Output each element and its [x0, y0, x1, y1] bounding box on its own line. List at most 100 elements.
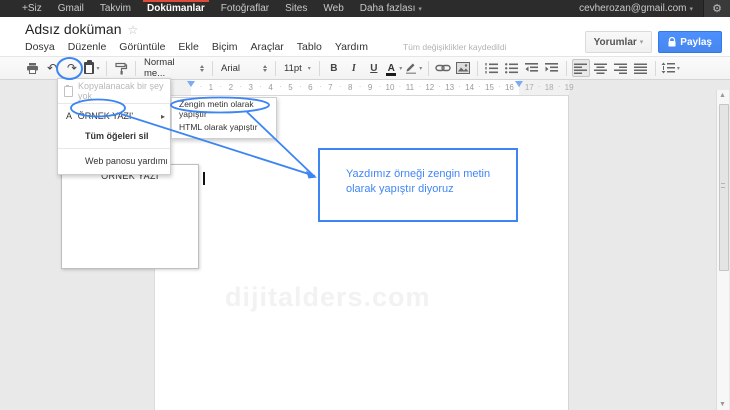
nav-plus-you[interactable]: +Siz: [14, 0, 50, 17]
text-color-icon: A: [385, 63, 397, 74]
ruler-tick: ·: [498, 82, 501, 91]
paragraph-style-select[interactable]: Normal me...: [140, 59, 208, 77]
chevron-down-icon: ▾: [418, 5, 422, 13]
annotation-note-box: Yazdımız örneği zengin metin olarak yapı…: [318, 148, 518, 222]
scrollbar-thumb[interactable]: [719, 104, 729, 271]
align-right-button[interactable]: [612, 59, 630, 77]
copied-item-type-letter: A: [66, 111, 72, 121]
redo-button[interactable]: ↷: [63, 59, 81, 77]
menu-view[interactable]: Görüntüle: [119, 41, 165, 53]
menu-help[interactable]: Yardım: [335, 41, 368, 53]
menu-file[interactable]: Dosya: [25, 41, 55, 53]
align-center-button[interactable]: [592, 59, 610, 77]
menu-tools[interactable]: Araçlar: [251, 41, 284, 53]
menu-format[interactable]: Biçim: [212, 41, 238, 53]
chevron-down-icon: ▾: [640, 38, 644, 46]
ruler-number: 6: [308, 83, 312, 92]
font-size-select[interactable]: 11pt ▾: [280, 59, 315, 77]
ruler-tick: ·: [339, 82, 342, 91]
nav-photos[interactable]: Fotoğraflar: [213, 0, 277, 17]
menu-item-clipboard-help[interactable]: Web panosu yardımı: [58, 151, 170, 171]
indent-icon: [545, 62, 559, 74]
copied-item-label: 'ÖRNEK YAZI': [76, 111, 133, 121]
clipboard-outline-icon: [64, 86, 73, 97]
document-page[interactable]: dijitalders.com: [154, 96, 569, 410]
highlight-color-button[interactable]: ▾: [405, 59, 423, 77]
toolbar-separator: [428, 61, 429, 76]
menu-item-paste-rich-text[interactable]: Zengin metin olarak yapıştır: [172, 100, 276, 118]
ruler-scale: ·1·2·3·4·5·6·7·8·9·10·11·12·13·14·15·16·…: [155, 80, 569, 96]
nav-calendar[interactable]: Takvim: [92, 0, 139, 17]
menu-item-clear-all[interactable]: Tüm öğeleri sil: [58, 126, 170, 146]
justify-button[interactable]: [632, 59, 650, 77]
underline-button[interactable]: U: [365, 59, 383, 77]
decrease-indent-button[interactable]: [523, 59, 541, 77]
toolbar-separator: [135, 61, 136, 76]
web-clipboard-button[interactable]: ▾: [83, 59, 101, 77]
nav-web[interactable]: Web: [315, 0, 351, 17]
page-title[interactable]: Adsız doküman: [25, 21, 122, 37]
align-left-button[interactable]: [572, 59, 590, 77]
italic-button[interactable]: I: [345, 59, 363, 77]
settings-gear-button[interactable]: ⚙: [703, 0, 730, 17]
nav-sites[interactable]: Sites: [277, 0, 315, 17]
watermark-text: dijitalders.com: [225, 282, 431, 313]
vertical-scrollbar[interactable]: ▲ ▼: [716, 90, 729, 410]
right-indent-marker[interactable]: [515, 81, 523, 87]
align-center-icon: [594, 63, 607, 74]
chevron-down-icon: ▾: [677, 65, 680, 72]
menu-edit[interactable]: Düzenle: [68, 41, 107, 53]
bulleted-list-icon: [505, 62, 519, 74]
star-icon[interactable]: ☆: [128, 23, 139, 37]
header-buttons: Yorumlar▾ Paylaş: [585, 31, 722, 53]
menu-insert[interactable]: Ekle: [178, 41, 198, 53]
line-spacing-icon: [661, 62, 675, 74]
chevron-down-icon: ▾: [419, 65, 422, 72]
align-right-icon: [614, 63, 627, 74]
font-family-select[interactable]: Arial: [217, 59, 271, 77]
undo-button[interactable]: ↶: [43, 59, 61, 77]
numbered-list-icon: [485, 62, 499, 74]
share-button[interactable]: Paylaş: [658, 31, 722, 53]
nav-gmail[interactable]: Gmail: [50, 0, 92, 17]
gear-icon: ⚙: [712, 2, 722, 15]
insert-image-button[interactable]: [454, 59, 472, 77]
bulleted-list-button[interactable]: [503, 59, 521, 77]
paint-format-button[interactable]: [112, 59, 130, 77]
ruler-tick: ·: [538, 82, 541, 91]
ruler-tick: ·: [399, 82, 402, 91]
print-button[interactable]: [23, 59, 41, 77]
account-menu[interactable]: cevherozan@gmail.com▾: [569, 0, 703, 17]
ruler-number: 17: [525, 83, 534, 92]
chevron-down-icon: ▾: [308, 65, 311, 72]
scroll-up-arrow[interactable]: ▲: [719, 92, 726, 99]
insert-link-button[interactable]: [434, 59, 452, 77]
increase-indent-button[interactable]: [543, 59, 561, 77]
text-color-button[interactable]: A▾: [385, 59, 403, 77]
clipboard-icon: [84, 62, 94, 74]
bold-button[interactable]: B: [325, 59, 343, 77]
menu-item-paste-html[interactable]: HTML olarak yapıştır: [172, 118, 276, 136]
left-indent-marker[interactable]: [187, 81, 195, 87]
toolbar-separator: [275, 61, 276, 76]
ruler-number: 3: [248, 83, 252, 92]
nav-more[interactable]: Daha fazlası▾: [352, 0, 430, 17]
toolbar-separator: [566, 61, 567, 76]
numbered-list-button[interactable]: [483, 59, 501, 77]
nav-documents[interactable]: Dokümanlar: [139, 0, 213, 17]
comments-button[interactable]: Yorumlar▾: [585, 31, 653, 53]
ruler-tick: ·: [299, 82, 302, 91]
menu-item-copied-ornek-yazi[interactable]: A 'ÖRNEK YAZI' ▸: [58, 106, 170, 126]
document-title-row: Adsız doküman ☆: [25, 21, 138, 37]
google-black-bar: +Siz Gmail Takvim Dokümanlar Fotoğraflar…: [0, 0, 730, 17]
scroll-down-arrow[interactable]: ▼: [719, 401, 726, 408]
paragraph-style-value: Normal me...: [144, 57, 196, 79]
font-size-value: 11pt: [284, 63, 302, 74]
toolbar-separator: [477, 61, 478, 76]
menu-table[interactable]: Tablo: [297, 41, 322, 53]
line-spacing-button[interactable]: ▾: [661, 59, 680, 77]
align-left-icon: [574, 63, 587, 74]
account-email: cevherozan@gmail.com: [579, 3, 686, 14]
toolbar-separator: [655, 61, 656, 76]
chevron-down-icon: ▾: [96, 65, 99, 72]
